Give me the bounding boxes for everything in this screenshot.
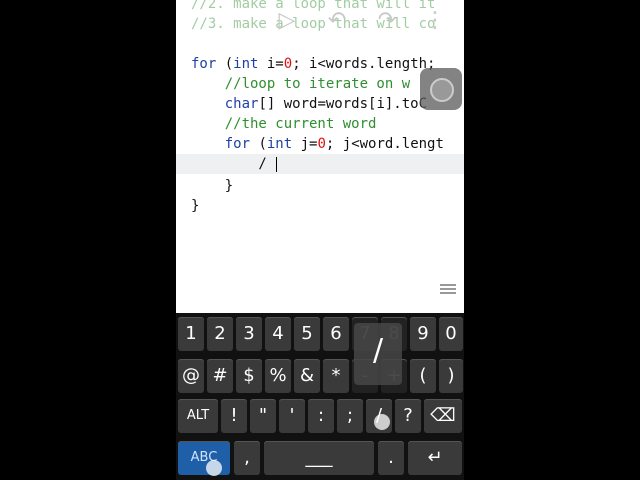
key-char-40[interactable]: ( bbox=[410, 359, 436, 393]
code-line: } bbox=[191, 176, 233, 196]
menu-icon[interactable] bbox=[440, 284, 456, 298]
key-space[interactable]: ___ bbox=[264, 441, 374, 475]
code-token: char bbox=[191, 96, 259, 112]
more-icon[interactable]: ⋮ bbox=[422, 8, 448, 34]
code-line: char[] word=words[i].toC bbox=[191, 94, 427, 114]
play-icon[interactable]: ▷ bbox=[274, 8, 300, 34]
key-char-54[interactable]: 6 bbox=[323, 317, 349, 351]
key-char-35[interactable]: # bbox=[207, 359, 233, 393]
code-line: //loop to iterate on w bbox=[191, 74, 410, 94]
key-char-33[interactable]: ! bbox=[221, 399, 247, 433]
key-char-34[interactable]: " bbox=[250, 399, 276, 433]
code-token: //loop to iterate on w bbox=[191, 76, 411, 92]
code-line: / bbox=[191, 154, 267, 174]
code-token: [] word=words[i].toC bbox=[258, 96, 428, 112]
key-enter[interactable]: ↵ bbox=[408, 441, 462, 475]
key-char-42[interactable]: * bbox=[323, 359, 349, 393]
key-char-63[interactable]: ? bbox=[395, 399, 421, 433]
code-token: for bbox=[191, 56, 217, 72]
code-token: i= bbox=[258, 56, 284, 72]
code-token: int bbox=[233, 56, 259, 72]
code-token: ; j<word.lengt bbox=[325, 136, 444, 152]
key-char-44[interactable]: , bbox=[234, 441, 260, 475]
key-char-49[interactable]: 1 bbox=[178, 317, 204, 351]
key-backspace[interactable]: ⌫ bbox=[424, 399, 462, 433]
code-token: } bbox=[191, 198, 200, 214]
key-char-51[interactable]: 3 bbox=[236, 317, 262, 351]
key-char-59[interactable]: ; bbox=[337, 399, 363, 433]
key-char-46[interactable]: . bbox=[378, 441, 404, 475]
code-token: int bbox=[266, 136, 293, 152]
code-token: ( bbox=[216, 56, 234, 72]
code-token: j= bbox=[292, 136, 318, 152]
key-char-38[interactable]: & bbox=[294, 359, 320, 393]
editor-toolbar: ▷ ↶ ↷ ⋮ bbox=[176, 0, 464, 42]
code-line: } bbox=[191, 196, 199, 216]
key-char-39[interactable]: ' bbox=[279, 399, 305, 433]
key-char-50[interactable]: 2 bbox=[207, 317, 233, 351]
redo-icon[interactable]: ↷ bbox=[374, 8, 400, 34]
code-token: ( bbox=[250, 136, 267, 152]
code-token: //the current word bbox=[191, 116, 377, 132]
code-token: } bbox=[191, 178, 234, 194]
key-char-53[interactable]: 5 bbox=[294, 317, 320, 351]
key-char-36[interactable]: $ bbox=[236, 359, 262, 393]
key-preview-label: / bbox=[372, 333, 384, 368]
key-char-57[interactable]: 9 bbox=[410, 317, 436, 351]
key-char-64[interactable]: @ bbox=[178, 359, 204, 393]
code-token: / bbox=[191, 156, 267, 172]
key-char-58[interactable]: : bbox=[308, 399, 334, 433]
code-line: //the current word bbox=[191, 114, 377, 134]
key-char-48[interactable]: 0 bbox=[439, 317, 463, 351]
code-token: ; i<words.length; bbox=[292, 56, 436, 72]
phone-screen: //2. make a loop that will it//3. make a… bbox=[176, 0, 464, 480]
code-token: for bbox=[191, 136, 251, 152]
key-abc[interactable]: ABC bbox=[178, 441, 230, 475]
touch-indicator bbox=[374, 414, 390, 430]
touch-indicator bbox=[206, 460, 222, 476]
code-line: for (int i=0; i<words.length; bbox=[191, 54, 435, 74]
code-token: 0 bbox=[283, 56, 293, 72]
onscreen-keyboard: 1234567890@#$%&*-+()ALT!"':;/?⌫ABC,___.↵ bbox=[176, 313, 464, 480]
text-caret bbox=[276, 157, 277, 172]
code-line: for (int j=0; j<word.lengt bbox=[191, 134, 444, 154]
undo-icon[interactable]: ↶ bbox=[324, 8, 350, 34]
key-char-37[interactable]: % bbox=[265, 359, 291, 393]
key-char-41[interactable]: ) bbox=[439, 359, 463, 393]
key-preview-popup: / bbox=[354, 323, 402, 385]
key-char-52[interactable]: 4 bbox=[265, 317, 291, 351]
code-token: 0 bbox=[317, 136, 326, 152]
floating-assist-button[interactable] bbox=[420, 68, 462, 110]
code-editor[interactable]: //2. make a loop that will it//3. make a… bbox=[176, 0, 464, 313]
key-alt[interactable]: ALT bbox=[178, 399, 218, 433]
